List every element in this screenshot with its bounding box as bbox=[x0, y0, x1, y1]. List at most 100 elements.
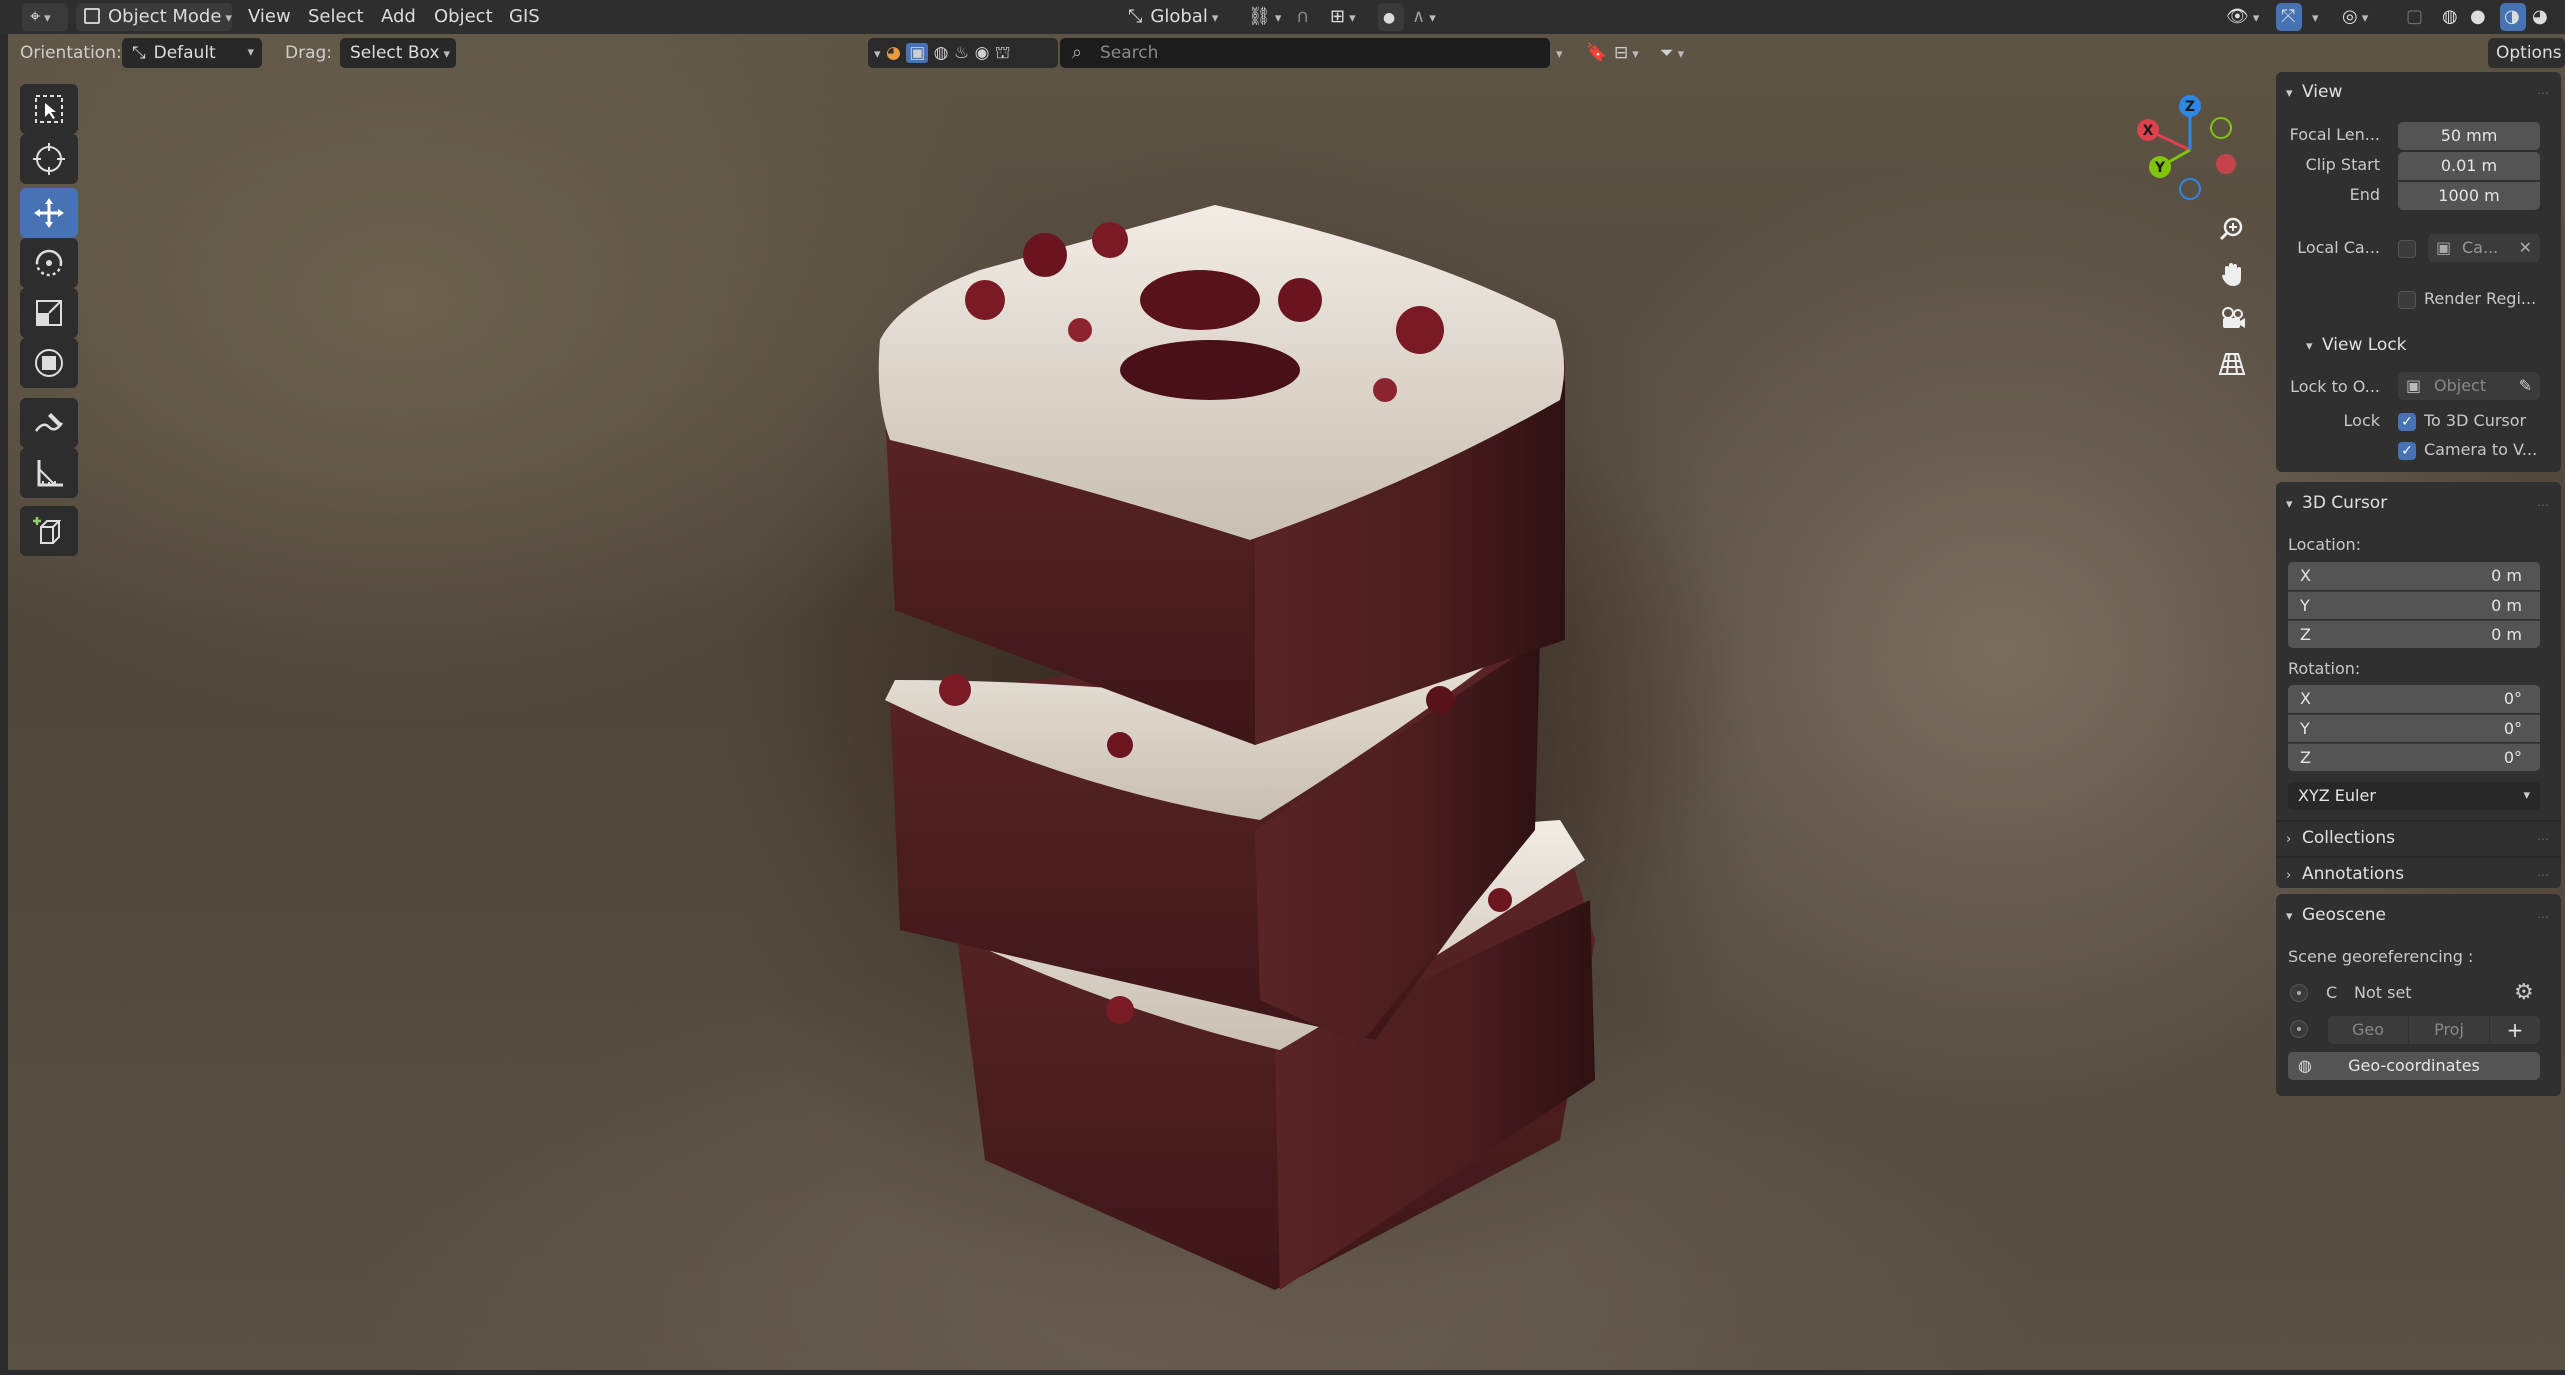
view-panel-header[interactable]: ▾ View bbox=[2286, 77, 2342, 107]
scale-tool[interactable] bbox=[20, 288, 78, 338]
drag-dropdown[interactable]: Select Box ▾ bbox=[340, 38, 456, 68]
shading-material-preview[interactable]: ◑ bbox=[2500, 3, 2526, 31]
search-options[interactable]: ▾ bbox=[1556, 38, 1563, 68]
editor-type-selector[interactable]: ⌖ ▾ bbox=[22, 3, 68, 31]
snap-target-selector[interactable]: ⊞ ▾ bbox=[1330, 3, 1356, 31]
to-3d-cursor-row[interactable]: ✓ To 3D Cursor bbox=[2398, 408, 2526, 434]
3d-cursor-header[interactable]: ▾ 3D Cursor bbox=[2286, 488, 2387, 518]
menu-object[interactable]: Object bbox=[434, 3, 493, 31]
check-icon[interactable]: ✓ bbox=[2398, 412, 2416, 431]
properties-sidebar: ▾ View ⋯ Focal Len... 50 mm Clip Start 0.… bbox=[2276, 72, 2565, 1096]
drag-grip-icon[interactable]: ⋯ bbox=[2537, 833, 2551, 845]
clip-start-field[interactable]: 0.01 m bbox=[2398, 152, 2540, 180]
search-input[interactable]: ⌕ Search bbox=[1060, 38, 1550, 68]
world-filter-icon[interactable]: ◉ bbox=[975, 43, 990, 63]
geoscene-header[interactable]: ▾ Geoscene bbox=[2286, 900, 2386, 930]
drag-grip-icon[interactable]: ⋯ bbox=[2537, 499, 2551, 511]
rotation-mode-dropdown[interactable]: XYZ Euler ▾ bbox=[2288, 782, 2540, 810]
local-camera-checkbox[interactable] bbox=[2398, 240, 2416, 258]
light-filter-icon[interactable]: ♨ bbox=[954, 43, 969, 63]
gizmo-options[interactable]: ▾ bbox=[2308, 3, 2319, 31]
local-camera-field[interactable]: ▣ Ca... ✕ bbox=[2428, 234, 2540, 262]
annotations-panel[interactable]: › Annotations ⋯ bbox=[2276, 856, 2561, 888]
overlays-icon: ◎ bbox=[2342, 6, 2358, 27]
check-icon[interactable]: ✓ bbox=[2398, 441, 2416, 460]
eyedropper-icon[interactable]: ✎ bbox=[2519, 372, 2532, 400]
chevron-down-icon[interactable]: ▾ bbox=[874, 47, 881, 62]
location-x-field[interactable]: X 0 m bbox=[2288, 562, 2540, 590]
camera-view-button[interactable] bbox=[2212, 298, 2252, 338]
camera-to-view-label: Camera to V... bbox=[2424, 440, 2538, 459]
drag-grip-icon[interactable]: ⋯ bbox=[2537, 87, 2551, 99]
rotation-x-field[interactable]: X 0° bbox=[2288, 685, 2540, 713]
rotation-z-field[interactable]: Z 0° bbox=[2288, 743, 2540, 771]
perspective-toggle-button[interactable] bbox=[2212, 344, 2252, 384]
menu-view[interactable]: View bbox=[248, 3, 291, 31]
material-filter-icon[interactable]: ◍ bbox=[934, 43, 949, 63]
object-filter-icon[interactable]: ▣ bbox=[906, 43, 929, 63]
drag-grip-icon[interactable]: ⋯ bbox=[2537, 869, 2551, 881]
zoom-view-button[interactable] bbox=[2212, 209, 2252, 249]
render-region-row[interactable]: Render Regi... bbox=[2398, 286, 2536, 312]
geo-coordinates-button[interactable]: ◍ Geo-coordinates bbox=[2288, 1052, 2540, 1080]
menu-select[interactable]: Select bbox=[308, 3, 364, 31]
gear-icon[interactable]: ⚙ bbox=[2514, 980, 2534, 1006]
proj-button[interactable]: Proj bbox=[2409, 1016, 2489, 1044]
add-plus-icon[interactable]: + bbox=[2490, 1016, 2540, 1044]
collections-header[interactable]: › Collections bbox=[2286, 823, 2395, 853]
render-region-checkbox[interactable] bbox=[2398, 290, 2416, 309]
options-button[interactable]: Options bbox=[2488, 38, 2565, 68]
view-lock-header[interactable]: ▾ View Lock bbox=[2306, 330, 2407, 360]
menu-add[interactable]: Add bbox=[381, 3, 416, 31]
menu-gis[interactable]: GIS bbox=[509, 3, 540, 31]
shading-wireframe[interactable]: ◍ bbox=[2442, 3, 2458, 31]
annotate-tool[interactable] bbox=[20, 398, 78, 448]
filter-selector[interactable]: ⏷ ▾ bbox=[1660, 38, 1684, 68]
location-z-field[interactable]: Z 0 m bbox=[2288, 620, 2540, 648]
clip-end-field[interactable]: 1000 m bbox=[2398, 182, 2540, 210]
measure-tool[interactable] bbox=[20, 448, 78, 498]
geo-origin-radio[interactable] bbox=[2290, 1020, 2308, 1038]
axis-label: Z bbox=[2300, 625, 2311, 644]
shading-rendered[interactable]: ◕ bbox=[2532, 3, 2548, 31]
crs-status-radio[interactable] bbox=[2290, 984, 2308, 1002]
gizmo-toggle[interactable]: ⤧ bbox=[2276, 3, 2302, 31]
rotation-y-field[interactable]: Y 0° bbox=[2288, 714, 2540, 742]
move-tool[interactable] bbox=[20, 188, 78, 238]
snap-toggle[interactable]: ∩ bbox=[1296, 3, 1309, 31]
transform-orientation-selector[interactable]: ⤡ Global ▾ bbox=[1120, 3, 1238, 31]
location-y-field[interactable]: Y 0 m bbox=[2288, 591, 2540, 619]
overlays-toggle[interactable]: ◎ ▾ bbox=[2342, 3, 2368, 31]
pivot-point-selector[interactable]: ⛓ ▾ bbox=[1248, 3, 1281, 31]
orientation-dropdown[interactable]: ⤡ Default ▾ bbox=[122, 38, 262, 68]
proportional-editing-toggle[interactable]: ● bbox=[1378, 3, 1404, 31]
pan-view-button[interactable] bbox=[2212, 254, 2252, 294]
add-cube-tool[interactable] bbox=[20, 506, 78, 556]
camera-filter-icon[interactable]: ⛫ bbox=[995, 43, 1011, 63]
visibility-selector[interactable]: 👁 ▾ bbox=[2226, 3, 2259, 31]
color-wheel-icon[interactable]: ◕ bbox=[886, 43, 901, 63]
select-box-tool[interactable] bbox=[20, 84, 78, 134]
cursor-tool[interactable] bbox=[20, 134, 78, 184]
display-mode-selector[interactable]: ⊟ ▾ bbox=[1614, 38, 1639, 68]
bookmark-toggle[interactable]: 🔖 bbox=[1586, 38, 1607, 68]
lock-to-object-field[interactable]: ▣ Object ✎ bbox=[2398, 372, 2540, 400]
shading-solid[interactable]: ● bbox=[2470, 3, 2486, 31]
transform-tool[interactable] bbox=[20, 338, 78, 388]
gizmo-neg-z-axis[interactable] bbox=[2179, 178, 2201, 200]
xray-toggle[interactable]: ▢ bbox=[2406, 3, 2423, 31]
clear-x-icon[interactable]: ✕ bbox=[2519, 234, 2532, 262]
gizmo-neg-x-axis[interactable] bbox=[2216, 154, 2236, 174]
proportional-icon: ● bbox=[1383, 10, 1396, 26]
rotate-tool[interactable] bbox=[20, 238, 78, 288]
collections-panel[interactable]: › Collections ⋯ bbox=[2276, 820, 2561, 852]
navigation-gizmo[interactable]: X Y Z bbox=[2120, 90, 2260, 210]
focal-length-field[interactable]: 50 mm bbox=[2398, 122, 2540, 150]
annotations-header[interactable]: › Annotations bbox=[2286, 859, 2404, 889]
geo-button[interactable]: Geo bbox=[2328, 1016, 2408, 1044]
mode-selector[interactable]: Object Mode ▾ bbox=[76, 3, 232, 31]
drag-grip-icon[interactable]: ⋯ bbox=[2537, 911, 2551, 923]
camera-to-view-row[interactable]: ✓ Camera to V... bbox=[2398, 437, 2537, 463]
gizmo-neg-y-axis[interactable] bbox=[2210, 117, 2232, 139]
falloff-selector[interactable]: ∧ ▾ bbox=[1412, 3, 1436, 31]
